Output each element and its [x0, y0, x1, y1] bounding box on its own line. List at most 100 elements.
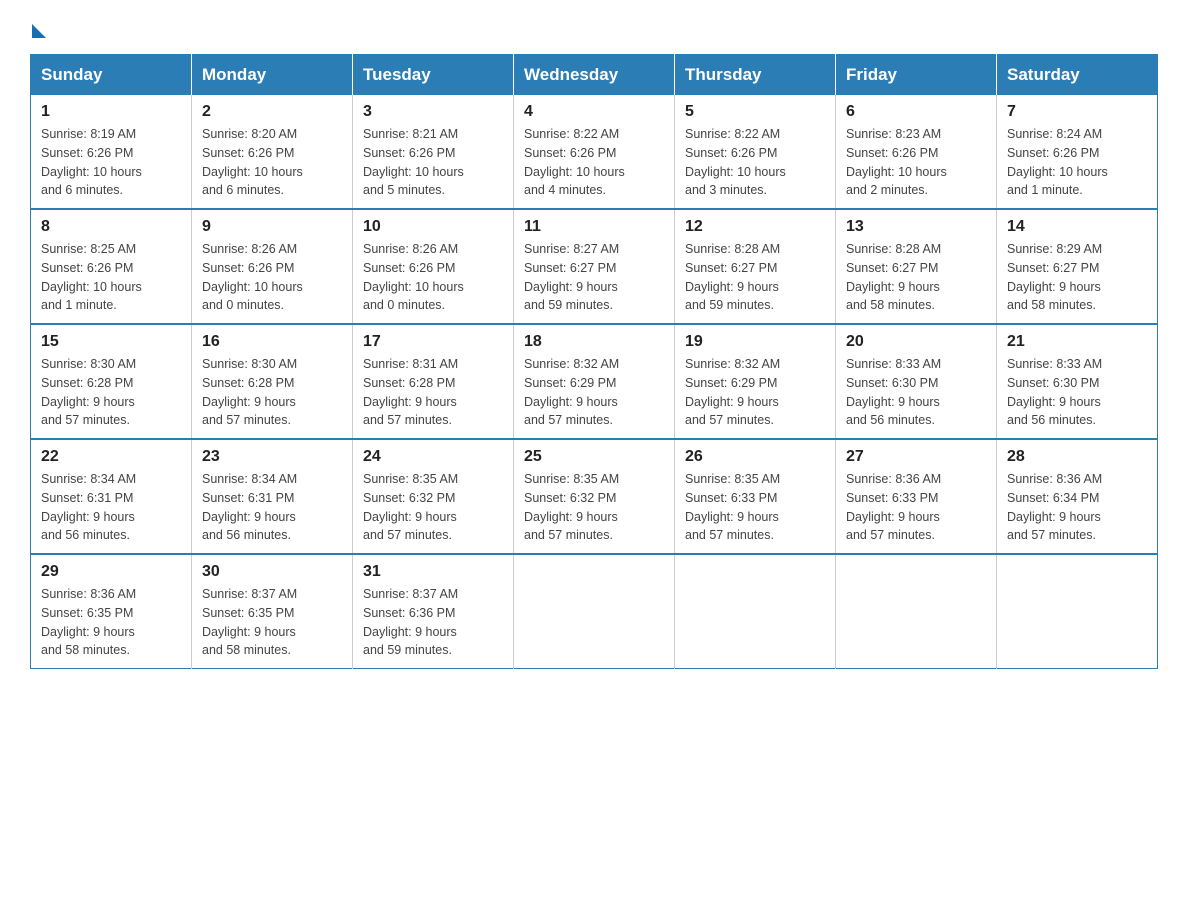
calendar-day-cell: 8 Sunrise: 8:25 AM Sunset: 6:26 PM Daylig…	[31, 209, 192, 324]
calendar-day-cell	[836, 554, 997, 669]
day-of-week-header: Wednesday	[514, 55, 675, 96]
day-info: Sunrise: 8:37 AM Sunset: 6:36 PM Dayligh…	[363, 585, 503, 660]
day-of-week-header: Sunday	[31, 55, 192, 96]
calendar-day-cell	[997, 554, 1158, 669]
calendar-day-cell: 18 Sunrise: 8:32 AM Sunset: 6:29 PM Dayli…	[514, 324, 675, 439]
day-info: Sunrise: 8:23 AM Sunset: 6:26 PM Dayligh…	[846, 125, 986, 200]
calendar-day-cell: 11Sunrise: 8:27 AM Sunset: 6:27 PM Dayli…	[514, 209, 675, 324]
calendar-day-cell: 30 Sunrise: 8:37 AM Sunset: 6:35 PM Dayli…	[192, 554, 353, 669]
calendar-day-cell: 1Sunrise: 8:19 AM Sunset: 6:26 PM Daylig…	[31, 95, 192, 209]
day-of-week-header: Monday	[192, 55, 353, 96]
day-info: Sunrise: 8:26 AM Sunset: 6:26 PM Dayligh…	[363, 240, 503, 315]
calendar-day-cell: 12Sunrise: 8:28 AM Sunset: 6:27 PM Dayli…	[675, 209, 836, 324]
day-of-week-header: Friday	[836, 55, 997, 96]
calendar-week-row: 1Sunrise: 8:19 AM Sunset: 6:26 PM Daylig…	[31, 95, 1158, 209]
logo	[30, 20, 46, 34]
calendar-day-cell: 20 Sunrise: 8:33 AM Sunset: 6:30 PM Dayli…	[836, 324, 997, 439]
day-number: 19	[685, 333, 825, 351]
day-info: Sunrise: 8:30 AM Sunset: 6:28 PM Dayligh…	[202, 355, 342, 430]
day-info: Sunrise: 8:29 AM Sunset: 6:27 PM Dayligh…	[1007, 240, 1147, 315]
day-number: 7	[1007, 103, 1147, 121]
day-of-week-header: Saturday	[997, 55, 1158, 96]
calendar-week-row: 29 Sunrise: 8:36 AM Sunset: 6:35 PM Dayli…	[31, 554, 1158, 669]
day-info: Sunrise: 8:27 AM Sunset: 6:27 PM Dayligh…	[524, 240, 664, 315]
day-number: 16	[202, 333, 342, 351]
day-number: 4	[524, 103, 664, 121]
calendar-day-cell: 27 Sunrise: 8:36 AM Sunset: 6:33 PM Dayli…	[836, 439, 997, 554]
calendar-day-cell: 26 Sunrise: 8:35 AM Sunset: 6:33 PM Dayli…	[675, 439, 836, 554]
day-of-week-header: Thursday	[675, 55, 836, 96]
day-info: Sunrise: 8:30 AM Sunset: 6:28 PM Dayligh…	[41, 355, 181, 430]
calendar-day-cell: 17 Sunrise: 8:31 AM Sunset: 6:28 PM Dayli…	[353, 324, 514, 439]
calendar-day-cell: 13 Sunrise: 8:28 AM Sunset: 6:27 PM Dayli…	[836, 209, 997, 324]
calendar-table: SundayMondayTuesdayWednesdayThursdayFrid…	[30, 54, 1158, 669]
calendar-day-cell: 2 Sunrise: 8:20 AM Sunset: 6:26 PM Daylig…	[192, 95, 353, 209]
day-info: Sunrise: 8:26 AM Sunset: 6:26 PM Dayligh…	[202, 240, 342, 315]
day-info: Sunrise: 8:25 AM Sunset: 6:26 PM Dayligh…	[41, 240, 181, 315]
day-info: Sunrise: 8:22 AM Sunset: 6:26 PM Dayligh…	[685, 125, 825, 200]
day-of-week-header: Tuesday	[353, 55, 514, 96]
calendar-week-row: 8 Sunrise: 8:25 AM Sunset: 6:26 PM Daylig…	[31, 209, 1158, 324]
day-info: Sunrise: 8:35 AM Sunset: 6:33 PM Dayligh…	[685, 470, 825, 545]
calendar-day-cell: 31 Sunrise: 8:37 AM Sunset: 6:36 PM Dayli…	[353, 554, 514, 669]
day-number: 20	[846, 333, 986, 351]
day-info: Sunrise: 8:34 AM Sunset: 6:31 PM Dayligh…	[41, 470, 181, 545]
day-number: 21	[1007, 333, 1147, 351]
day-info: Sunrise: 8:32 AM Sunset: 6:29 PM Dayligh…	[524, 355, 664, 430]
day-number: 13	[846, 218, 986, 236]
day-number: 22	[41, 448, 181, 466]
day-info: Sunrise: 8:33 AM Sunset: 6:30 PM Dayligh…	[846, 355, 986, 430]
day-info: Sunrise: 8:33 AM Sunset: 6:30 PM Dayligh…	[1007, 355, 1147, 430]
day-number: 14	[1007, 218, 1147, 236]
calendar-day-cell: 23 Sunrise: 8:34 AM Sunset: 6:31 PM Dayli…	[192, 439, 353, 554]
day-info: Sunrise: 8:34 AM Sunset: 6:31 PM Dayligh…	[202, 470, 342, 545]
day-number: 26	[685, 448, 825, 466]
day-number: 30	[202, 563, 342, 581]
day-number: 31	[363, 563, 503, 581]
day-number: 25	[524, 448, 664, 466]
day-info: Sunrise: 8:36 AM Sunset: 6:34 PM Dayligh…	[1007, 470, 1147, 545]
logo-arrow-icon	[32, 24, 46, 38]
day-info: Sunrise: 8:31 AM Sunset: 6:28 PM Dayligh…	[363, 355, 503, 430]
day-number: 23	[202, 448, 342, 466]
day-info: Sunrise: 8:19 AM Sunset: 6:26 PM Dayligh…	[41, 125, 181, 200]
day-number: 6	[846, 103, 986, 121]
day-number: 9	[202, 218, 342, 236]
calendar-day-cell: 10Sunrise: 8:26 AM Sunset: 6:26 PM Dayli…	[353, 209, 514, 324]
calendar-day-cell	[675, 554, 836, 669]
day-number: 15	[41, 333, 181, 351]
calendar-day-cell: 5 Sunrise: 8:22 AM Sunset: 6:26 PM Daylig…	[675, 95, 836, 209]
calendar-day-cell: 9 Sunrise: 8:26 AM Sunset: 6:26 PM Daylig…	[192, 209, 353, 324]
calendar-day-cell: 24Sunrise: 8:35 AM Sunset: 6:32 PM Dayli…	[353, 439, 514, 554]
day-number: 5	[685, 103, 825, 121]
day-number: 3	[363, 103, 503, 121]
calendar-day-cell: 21 Sunrise: 8:33 AM Sunset: 6:30 PM Dayli…	[997, 324, 1158, 439]
day-number: 17	[363, 333, 503, 351]
day-info: Sunrise: 8:36 AM Sunset: 6:33 PM Dayligh…	[846, 470, 986, 545]
day-info: Sunrise: 8:37 AM Sunset: 6:35 PM Dayligh…	[202, 585, 342, 660]
calendar-day-cell: 3Sunrise: 8:21 AM Sunset: 6:26 PM Daylig…	[353, 95, 514, 209]
day-info: Sunrise: 8:20 AM Sunset: 6:26 PM Dayligh…	[202, 125, 342, 200]
calendar-week-row: 22 Sunrise: 8:34 AM Sunset: 6:31 PM Dayli…	[31, 439, 1158, 554]
calendar-day-cell: 4 Sunrise: 8:22 AM Sunset: 6:26 PM Daylig…	[514, 95, 675, 209]
day-number: 29	[41, 563, 181, 581]
calendar-day-cell: 16 Sunrise: 8:30 AM Sunset: 6:28 PM Dayli…	[192, 324, 353, 439]
day-number: 8	[41, 218, 181, 236]
calendar-week-row: 15 Sunrise: 8:30 AM Sunset: 6:28 PM Dayli…	[31, 324, 1158, 439]
day-number: 27	[846, 448, 986, 466]
calendar-day-cell: 22 Sunrise: 8:34 AM Sunset: 6:31 PM Dayli…	[31, 439, 192, 554]
day-number: 18	[524, 333, 664, 351]
day-number: 12	[685, 218, 825, 236]
day-info: Sunrise: 8:28 AM Sunset: 6:27 PM Dayligh…	[846, 240, 986, 315]
day-info: Sunrise: 8:36 AM Sunset: 6:35 PM Dayligh…	[41, 585, 181, 660]
calendar-header-row: SundayMondayTuesdayWednesdayThursdayFrid…	[31, 55, 1158, 96]
day-number: 2	[202, 103, 342, 121]
day-number: 28	[1007, 448, 1147, 466]
day-info: Sunrise: 8:22 AM Sunset: 6:26 PM Dayligh…	[524, 125, 664, 200]
calendar-day-cell: 6 Sunrise: 8:23 AM Sunset: 6:26 PM Daylig…	[836, 95, 997, 209]
day-info: Sunrise: 8:24 AM Sunset: 6:26 PM Dayligh…	[1007, 125, 1147, 200]
calendar-day-cell: 29 Sunrise: 8:36 AM Sunset: 6:35 PM Dayli…	[31, 554, 192, 669]
calendar-day-cell: 28 Sunrise: 8:36 AM Sunset: 6:34 PM Dayli…	[997, 439, 1158, 554]
day-info: Sunrise: 8:32 AM Sunset: 6:29 PM Dayligh…	[685, 355, 825, 430]
calendar-day-cell: 7 Sunrise: 8:24 AM Sunset: 6:26 PM Daylig…	[997, 95, 1158, 209]
